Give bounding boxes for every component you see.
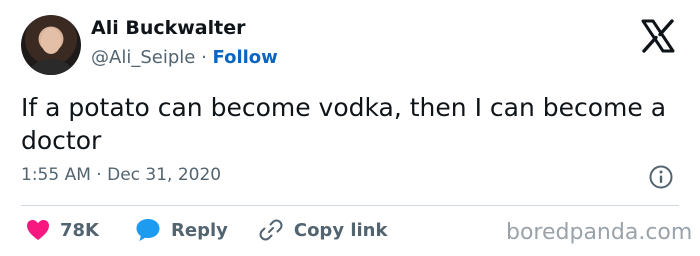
- reply-label: Reply: [171, 219, 228, 241]
- action-bar: 78K Reply Copy link: [26, 215, 387, 245]
- tweet-timestamp[interactable]: 1:55 AM · Dec 31, 2020: [21, 165, 221, 185]
- divider: [21, 205, 679, 206]
- handle-separator: ·: [201, 47, 207, 68]
- watermark: boredpanda.com: [506, 220, 693, 245]
- copy-link-label: Copy link: [293, 219, 388, 241]
- follow-button[interactable]: Follow: [213, 47, 278, 68]
- tweet-time: 1:55 AM: [21, 165, 91, 185]
- reply-button[interactable]: Reply: [135, 218, 228, 242]
- copy-link-button[interactable]: Copy link: [258, 217, 388, 243]
- link-icon: [259, 219, 283, 241]
- author-avatar[interactable]: [21, 15, 81, 75]
- tweet-date: Dec 31, 2020: [107, 165, 222, 185]
- heart-icon: [27, 220, 49, 240]
- like-button[interactable]: 78K: [26, 219, 99, 241]
- author-name[interactable]: Ali Buckwalter: [91, 17, 245, 39]
- author-handle-row: @Ali_Seiple · Follow: [91, 47, 278, 68]
- x-logo-icon[interactable]: [640, 18, 676, 54]
- avatar-face: [41, 28, 61, 54]
- time-separator: ·: [96, 165, 102, 185]
- avatar-body: [29, 59, 73, 75]
- info-icon[interactable]: [648, 164, 674, 190]
- like-count: 78K: [60, 219, 99, 241]
- tweet-text: If a potato can become vodka, then I can…: [21, 93, 667, 155]
- author-handle[interactable]: @Ali_Seiple: [91, 47, 195, 68]
- speech-bubble-icon: [136, 219, 160, 241]
